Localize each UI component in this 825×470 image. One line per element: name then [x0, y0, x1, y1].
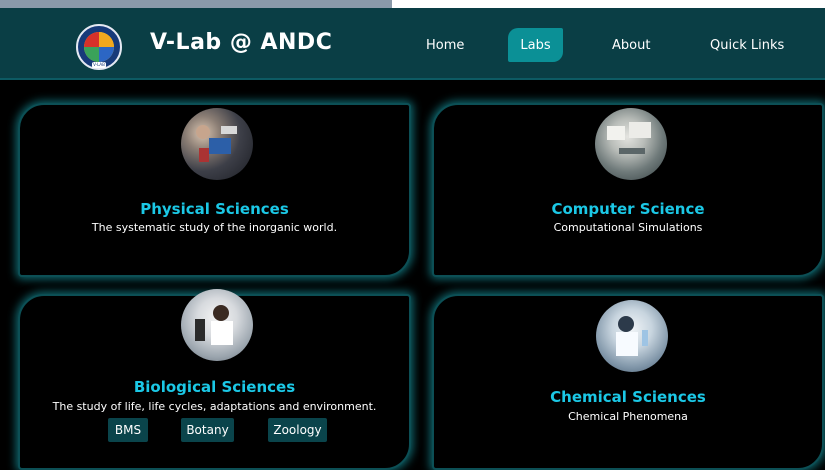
- subject-button-bms[interactable]: BMS: [108, 418, 148, 442]
- lab-card-chemical-sciences[interactable]: Chemical Sciences Chemical Phenomena: [432, 294, 824, 470]
- subject-button-botany[interactable]: Botany: [181, 418, 234, 442]
- lab-card-physical-sciences[interactable]: Physical Sciences The systematic study o…: [18, 103, 411, 277]
- microscope-photo: [181, 289, 253, 361]
- chemist-photo: [596, 300, 668, 372]
- subject-button-zoology[interactable]: Zoology: [268, 418, 327, 442]
- lab-card-description: Computational Simulations: [553, 221, 703, 234]
- lab-card-title: Biological Sciences: [133, 378, 296, 396]
- lab-card-title: Physical Sciences: [140, 200, 289, 218]
- lab-equipment-photo: [181, 108, 253, 180]
- lab-card-title: Chemical Sciences: [550, 388, 706, 406]
- nav-quick-links[interactable]: Quick Links: [710, 38, 784, 53]
- lab-card-title: Computer Science: [551, 200, 705, 218]
- computers-photo: [595, 108, 667, 180]
- site-title[interactable]: V-Lab @ ANDC: [150, 30, 332, 55]
- navbar: V-LAB V-Lab @ ANDC Home Labs About Quick…: [0, 8, 825, 80]
- lab-card-biological-sciences[interactable]: Biological Sciences The study of life, l…: [18, 289, 411, 470]
- logo-shield: [84, 32, 114, 62]
- lab-card-description: Chemical Phenomena: [568, 410, 688, 423]
- nav-about[interactable]: About: [612, 38, 650, 53]
- logo-ribbon: V-LAB: [92, 62, 106, 68]
- lab-card-description: The study of life, life cycles, adaptati…: [52, 400, 377, 413]
- nav-labs[interactable]: Labs: [508, 28, 563, 62]
- lab-card-computer-science[interactable]: Computer Science Computational Simulatio…: [432, 103, 824, 277]
- lab-card-description: The systematic study of the inorganic wo…: [91, 221, 338, 234]
- top-strip-right: [392, 0, 825, 8]
- nav-home[interactable]: Home: [426, 38, 464, 53]
- nav-labs-label: Labs: [520, 38, 551, 53]
- college-logo-icon[interactable]: V-LAB: [76, 24, 122, 70]
- top-strip-left: [0, 0, 392, 8]
